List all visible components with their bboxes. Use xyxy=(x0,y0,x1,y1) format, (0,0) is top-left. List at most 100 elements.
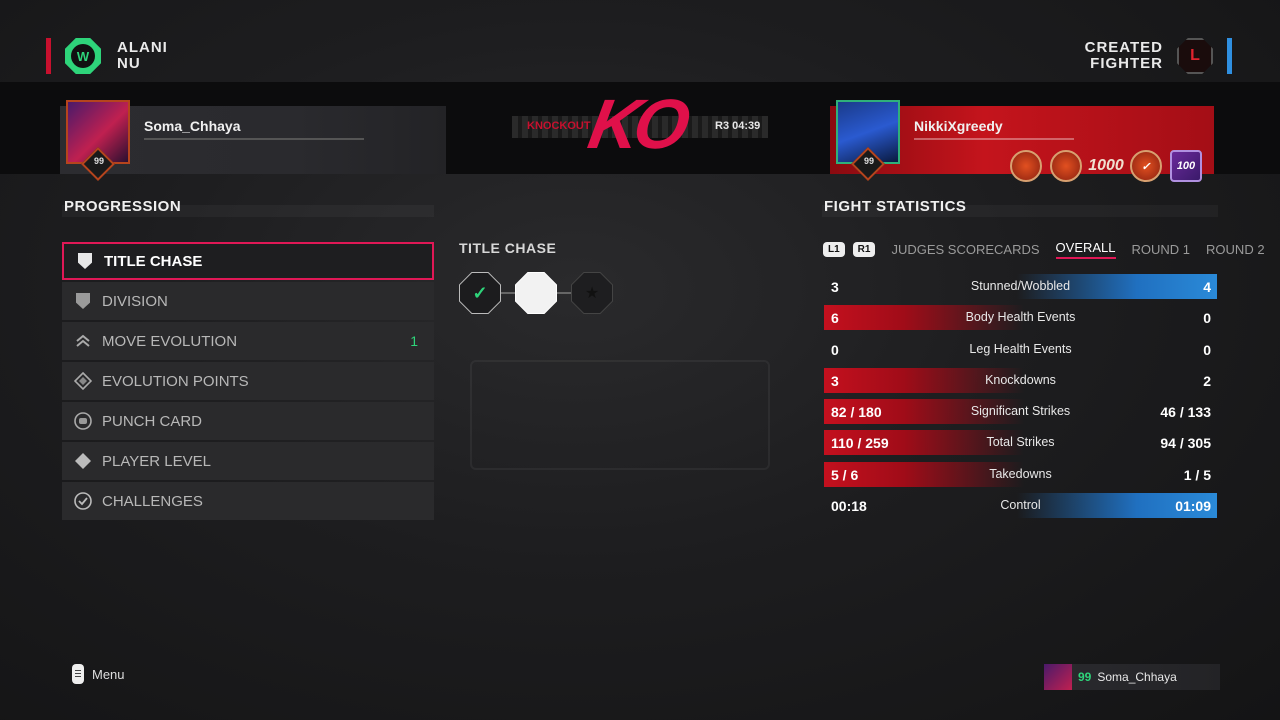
menu-item-evolution-points[interactable]: EVOLUTION POINTS xyxy=(62,362,434,400)
fight-stats-table: 3 Stunned/Wobbled 4 6 Body Health Events 0 0 Le… xyxy=(824,274,1217,524)
stats-tabs: L1 R1 JUDGES SCORECARDS OVERALL ROUND 1 … xyxy=(823,240,1273,259)
tab-overall[interactable]: OVERALL xyxy=(1055,240,1116,259)
stat-row: 00:18 Control 01:09 xyxy=(824,493,1217,519)
stat-label: Body Health Events xyxy=(965,310,1076,325)
menu-item-label: CHALLENGES xyxy=(102,492,203,510)
title-chase-heading: TITLE CHASE xyxy=(459,240,557,256)
menu-item-label: PUNCH CARD xyxy=(102,412,203,430)
blue-corner-bar xyxy=(1227,38,1232,74)
title-chase-step-current xyxy=(515,272,557,314)
empty-octagon-icon xyxy=(516,273,556,313)
red-corner-name-line1: ALANI xyxy=(117,39,168,56)
menu-item-player-level[interactable]: PLAYER LEVEL xyxy=(62,442,434,480)
stat-right-value: 46 / 133 xyxy=(1160,404,1211,421)
chevron-up-icon xyxy=(74,332,92,350)
ko-logo: KO xyxy=(583,85,690,163)
menu-item-division[interactable]: DIVISION xyxy=(62,282,434,320)
title-chase-step-complete: ✓ xyxy=(459,272,501,314)
l1-button-icon[interactable]: L1 xyxy=(823,242,845,257)
tab-judges-scorecards[interactable]: JUDGES SCORECARDS xyxy=(891,242,1039,257)
shield-icon xyxy=(74,292,92,310)
right-fighter-card: 99 NikkiXgreedy 1000 ✓ 100 xyxy=(830,100,1214,182)
medal-check-icon: ✓ xyxy=(1130,150,1162,182)
tab-round-2[interactable]: ROUND 2 xyxy=(1206,242,1265,257)
stat-label: Control xyxy=(1000,498,1041,513)
diamond-icon xyxy=(74,372,92,390)
step-connector xyxy=(557,292,571,294)
stat-row: 82 / 180 Significant Strikes 46 / 133 xyxy=(824,399,1217,425)
medal-row: 1000 ✓ 100 xyxy=(1010,150,1202,182)
stat-right-value: 1 / 5 xyxy=(1183,466,1211,483)
loss-badge-icon: L xyxy=(1177,38,1213,74)
stat-row: 3 Knockdowns 2 xyxy=(824,367,1217,393)
stat-right-value: 94 / 305 xyxy=(1160,435,1211,452)
tab-round-1[interactable]: ROUND 1 xyxy=(1132,242,1191,257)
r1-button-icon[interactable]: R1 xyxy=(852,242,876,257)
stat-right-value: 4 xyxy=(1203,279,1211,295)
menu-hint-label: Menu xyxy=(92,666,125,682)
result-method: KNOCKOUT xyxy=(527,120,591,132)
left-fighter-card: 99 Soma_Chhaya xyxy=(60,100,446,181)
blue-corner-name: CREATED FIGHTER xyxy=(1085,40,1163,72)
check-icon: ✓ xyxy=(460,273,500,313)
player-name: Soma_Chhaya xyxy=(1097,670,1177,684)
stat-row: 3 Stunned/Wobbled 4 xyxy=(824,274,1217,299)
player-ovr: 99 xyxy=(1078,670,1092,684)
medal-icon xyxy=(1050,150,1082,182)
fight-statistics-title: FIGHT STATISTICS xyxy=(824,198,967,215)
title-chase-step-title-fight: ★ xyxy=(571,272,613,314)
stat-right-value: 0 xyxy=(1203,310,1211,327)
stat-row: 110 / 259 Total Strikes 94 / 305 xyxy=(824,430,1217,456)
menu-item-label: EVOLUTION POINTS xyxy=(102,372,249,390)
stat-label: Knockdowns xyxy=(985,372,1056,387)
stat-label: Significant Strikes xyxy=(970,404,1071,419)
stat-row: 5 / 6 Takedowns 1 / 5 xyxy=(824,461,1217,487)
right-fighter-ovr: 99 xyxy=(863,156,874,166)
red-corner-name: ALANI NU xyxy=(117,40,168,72)
stat-row: 0 Leg Health Events 0 xyxy=(824,337,1217,362)
blue-corner-name-line1: CREATED xyxy=(1084,39,1163,56)
red-corner-header: W ALANI NU xyxy=(46,38,168,74)
title-chase-track: ✓ ★ xyxy=(459,272,613,314)
check-circle-icon xyxy=(74,492,92,510)
avatar xyxy=(1044,664,1072,690)
blue-corner-name-line2: FIGHTER xyxy=(1090,55,1163,72)
menu-item-punch-card[interactable]: PUNCH CARD xyxy=(62,402,434,440)
right-name-underline xyxy=(914,138,1074,140)
menu-item-move-evolution[interactable]: MOVE EVOLUTION 1 xyxy=(62,322,434,360)
menu-item-challenges[interactable]: CHALLENGES xyxy=(62,482,434,520)
menu-hint[interactable]: Menu xyxy=(72,664,125,684)
diamond-icon xyxy=(74,452,92,470)
blue-corner-header: CREATED FIGHTER L xyxy=(1085,38,1232,74)
stat-right-value: 2 xyxy=(1203,372,1211,389)
stat-right-value: 01:09 xyxy=(1175,498,1211,515)
stat-label: Stunned/Wobbled xyxy=(970,279,1071,293)
medal-icon xyxy=(1010,150,1042,182)
left-fighter-gamertag: Soma_Chhaya xyxy=(144,118,241,134)
menu-item-label: TITLE CHASE xyxy=(104,252,203,270)
menu-item-label: MOVE EVOLUTION xyxy=(102,332,238,350)
progression-title: PROGRESSION xyxy=(64,198,182,215)
background-octagon xyxy=(470,360,770,470)
left-name-underline xyxy=(144,138,364,140)
options-button-icon xyxy=(72,664,84,684)
menu-item-title-chase[interactable]: TITLE CHASE xyxy=(62,242,434,280)
red-corner-bar xyxy=(46,38,51,74)
shield-icon xyxy=(76,252,94,270)
win-badge-icon: W xyxy=(65,38,101,74)
move-evolution-count: 1 xyxy=(410,333,418,349)
red-corner-name-line2: NU xyxy=(117,55,141,72)
result-time: R3 04:39 xyxy=(715,120,761,132)
progression-menu: TITLE CHASE DIVISION MOVE EVOLUTION 1 EV… xyxy=(62,242,434,522)
star-icon: ★ xyxy=(572,273,612,313)
stat-label: Takedowns xyxy=(989,466,1052,481)
menu-item-label: DIVISION xyxy=(102,292,168,310)
player-chip: 99 Soma_Chhaya xyxy=(1044,664,1220,690)
medal-1000-icon: 1000 xyxy=(1088,157,1124,174)
stat-right-value: 0 xyxy=(1203,341,1211,358)
stat-row: 6 Body Health Events 0 xyxy=(824,305,1217,331)
right-fighter-gamertag: NikkiXgreedy xyxy=(914,118,1003,134)
left-fighter-ovr: 99 xyxy=(93,156,104,166)
stat-label: Total Strikes xyxy=(986,435,1055,450)
punch-card-icon xyxy=(74,412,92,430)
